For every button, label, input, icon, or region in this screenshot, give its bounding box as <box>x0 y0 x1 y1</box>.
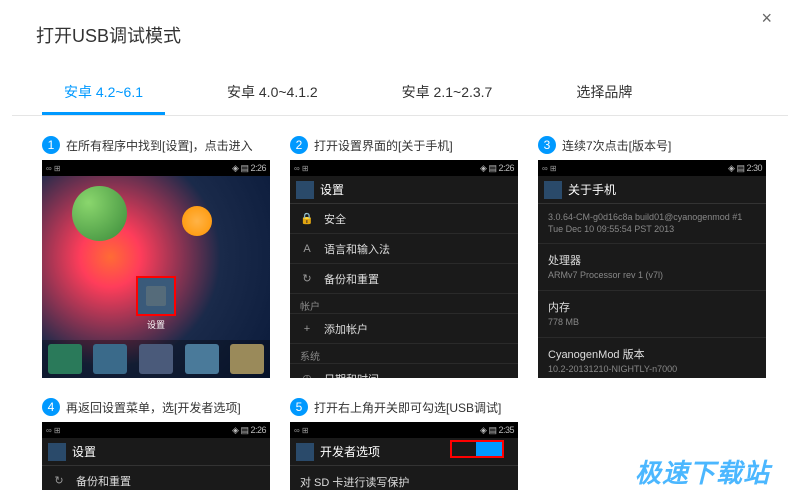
step-1: 1 在所有程序中找到[设置]，点击进入 ∞ ⊞ ◈ ▤ 2:26 设置 <box>42 136 270 378</box>
step-text-4: 再返回设置菜单，选[开发者选项] <box>66 399 241 416</box>
backup-icon: ↻ <box>300 272 314 285</box>
step-4: 4 再返回设置菜单，选[开发者选项] ∞ ⊞ ◈ ▤ 2:26 设置 ↻ 备份和重置 <box>42 398 270 490</box>
nav-apps-icon <box>139 344 173 374</box>
row-security: 安全 <box>324 211 346 227</box>
nav-browser-icon <box>230 344 264 374</box>
step-num-3: 3 <box>538 136 556 154</box>
cm-label: CyanogenMod 版本 <box>548 346 756 362</box>
cpu-val: ARMv7 Processor rev 1 (v7l) <box>548 270 756 282</box>
row-backup: 备份和重置 <box>324 271 379 287</box>
status-left: ∞ ⊞ <box>294 164 309 173</box>
row-language: 语言和输入法 <box>324 241 390 257</box>
settings-app-icon <box>136 276 176 316</box>
status-left: ∞ ⊞ <box>46 164 61 173</box>
status-left: ∞ ⊞ <box>46 426 61 435</box>
tab-android-21-237[interactable]: 安卓 2.1~2.3.7 <box>380 72 515 115</box>
mem-label: 内存 <box>548 299 756 315</box>
backup-icon: ↻ <box>52 474 66 487</box>
step-text-3: 连续7次点击[版本号] <box>562 137 671 154</box>
back-icon <box>296 443 314 461</box>
nav-contacts-icon <box>93 344 127 374</box>
screenshot-4: ∞ ⊞ ◈ ▤ 2:26 设置 ↻ 备份和重置 <box>42 422 270 490</box>
step-num-4: 4 <box>42 398 60 416</box>
back-icon <box>296 181 314 199</box>
nav-sms-icon <box>185 344 219 374</box>
row-add-account: 添加帐户 <box>324 321 368 337</box>
step-text-5: 打开右上角开关即可勾选[USB调试] <box>314 399 501 416</box>
tab-select-brand[interactable]: 选择品牌 <box>554 72 654 115</box>
step-2: 2 打开设置界面的[关于手机] ∞ ⊞ ◈ ▤ 2:26 设置 🔒 安全 A 语言和输… <box>290 136 518 378</box>
panel-title: 设置 <box>320 181 344 198</box>
screenshot-1: ∞ ⊞ ◈ ▤ 2:26 设置 <box>42 160 270 378</box>
section-system: 系统 <box>290 344 518 364</box>
cm-val: 10.2-20131210-NIGHTLY-n7000 <box>548 364 756 376</box>
step-num-2: 2 <box>290 136 308 154</box>
tab-android-40-412[interactable]: 安卓 4.0~4.1.2 <box>205 72 340 115</box>
close-icon[interactable]: × <box>761 8 772 29</box>
dev-options-switch <box>450 440 504 458</box>
status-time: ◈ ▤ 2:26 <box>480 163 514 174</box>
screenshot-5: ∞ ⊞◈ ▤ 2:35 开发者选项 对 SD 卡进行读写保护应用必须申请读取 S… <box>290 422 518 490</box>
status-time: ◈ ▤ 2:26 <box>232 163 266 174</box>
step-3: 3 连续7次点击[版本号] ∞ ⊞ ◈ ▤ 2:30 关于手机 3.0.64-CM… <box>538 136 766 378</box>
lock-icon: 🔒 <box>300 212 314 225</box>
step-5: 5 打开右上角开关即可勾选[USB调试] ∞ ⊞ ◈ ▤ 2:35 开发者选项 对… <box>290 398 518 490</box>
screenshot-3: ∞ ⊞ ◈ ▤ 2:30 关于手机 3.0.64-CM-g0d16c8a buil… <box>538 160 766 378</box>
clock-icon: ◷ <box>300 372 314 378</box>
row-datetime: 日期和时间 <box>324 371 379 379</box>
panel-title-settings: 设置 <box>72 443 96 460</box>
language-icon: A <box>300 243 314 255</box>
tab-android-42-61[interactable]: 安卓 4.2~6.1 <box>42 72 165 115</box>
add-icon: + <box>300 323 314 335</box>
watermark: 极速下载站 <box>635 453 770 490</box>
nav-phone-icon <box>48 344 82 374</box>
status-left: ∞ ⊞ <box>294 426 309 435</box>
status-time: ◈ ▤ 2:35 <box>480 425 514 436</box>
step-text-2: 打开设置界面的[关于手机] <box>314 137 453 154</box>
row-backup: 备份和重置 <box>76 473 131 489</box>
tabs: 安卓 4.2~6.1 安卓 4.0~4.1.2 安卓 2.1~2.3.7 选择品… <box>12 72 788 116</box>
back-icon <box>544 181 562 199</box>
step-num-5: 5 <box>290 398 308 416</box>
panel-title-dev: 开发者选项 <box>320 443 380 460</box>
step-text-1: 在所有程序中找到[设置]，点击进入 <box>66 137 253 154</box>
status-left: ∞ ⊞ <box>542 164 557 173</box>
sd-protect-label: 对 SD 卡进行读写保护 <box>300 474 508 490</box>
panel-title-about: 关于手机 <box>568 181 616 198</box>
mem-val: 778 MB <box>548 317 756 329</box>
screenshot-2: ∞ ⊞ ◈ ▤ 2:26 设置 🔒 安全 A 语言和输入法 ↻ 备份和重置 帐户 + 添加… <box>290 160 518 378</box>
settings-app-label: 设置 <box>136 318 176 331</box>
cpu-label: 处理器 <box>548 252 756 268</box>
back-icon <box>48 443 66 461</box>
step-num-1: 1 <box>42 136 60 154</box>
section-accounts: 帐户 <box>290 294 518 314</box>
dialog-title: 打开USB调试模式 <box>12 0 788 48</box>
status-time: ◈ ▤ 2:26 <box>232 425 266 436</box>
status-time: ◈ ▤ 2:30 <box>728 163 762 174</box>
kernel-info: 3.0.64-CM-g0d16c8a build01@cyanogenmod #… <box>548 212 756 235</box>
